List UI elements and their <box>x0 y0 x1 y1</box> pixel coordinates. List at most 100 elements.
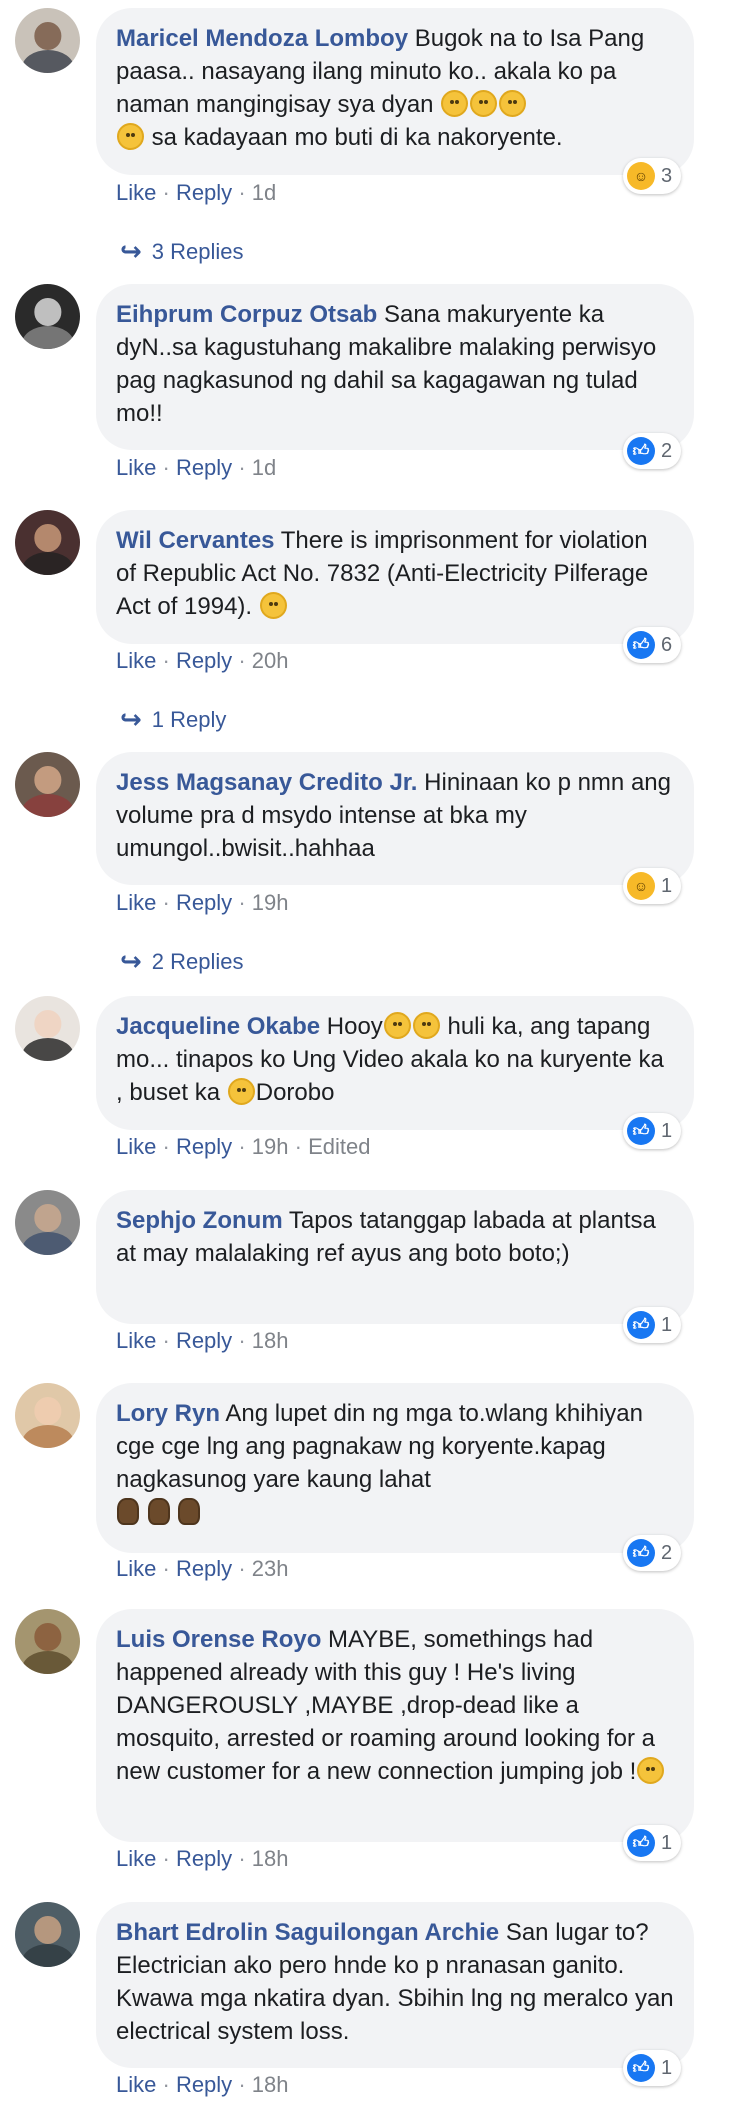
comment-actions: Like · Reply · 18h <box>116 1328 289 1353</box>
reply-link[interactable]: Reply <box>176 2072 232 2097</box>
reply-link[interactable]: Reply <box>176 1846 232 1871</box>
reply-arrow-icon: ↪ <box>120 704 142 734</box>
reply-link[interactable]: Reply <box>176 648 232 673</box>
commenter-name[interactable]: Lory Ryn <box>116 1400 220 1427</box>
view-replies-link[interactable]: ↪ 2 Replies <box>120 946 244 977</box>
comment-actions: Like · Reply · 18h <box>116 1846 289 1871</box>
comment-actions: Like · Reply · 1d <box>116 455 277 480</box>
rofl-emoji <box>117 123 144 150</box>
avatar[interactable] <box>15 1383 80 1448</box>
comment-actions: Like · Reply · 20h <box>116 648 289 673</box>
comment-bubble: Jacqueline Okabe Hooy huli ka, ang tapan… <box>96 996 694 1130</box>
avatar[interactable] <box>15 510 80 575</box>
reaction-count[interactable]: ☺ 1 <box>623 868 682 904</box>
avatar[interactable] <box>15 1609 80 1674</box>
reaction-count[interactable]: 👍︎ 1 <box>623 1825 682 1861</box>
commenter-name[interactable]: Luis Orense Royo <box>116 1626 321 1653</box>
surprised-emoji <box>227 1078 255 1105</box>
like-link[interactable]: Like <box>116 455 156 480</box>
reply-link[interactable]: Reply <box>176 180 232 205</box>
thinking-emoji <box>637 1757 665 1784</box>
comment-actions: Like · Reply · 23h <box>116 1556 289 1581</box>
edited-label[interactable]: Edited <box>308 1134 370 1159</box>
timestamp[interactable]: 23h <box>252 1556 289 1581</box>
reaction-count[interactable]: 👍︎ 1 <box>623 2050 682 2086</box>
avatar[interactable] <box>15 996 80 1061</box>
timestamp[interactable]: 19h <box>252 1134 289 1159</box>
comment-text-end: Dorobo <box>255 1079 335 1106</box>
like-icon: 👍︎ <box>627 1117 655 1145</box>
commenter-name[interactable]: Eihprum Corpuz Otsab <box>116 301 377 328</box>
avatar[interactable] <box>15 752 80 817</box>
like-icon: 👍︎ <box>627 2054 655 2082</box>
avatar[interactable] <box>15 1902 80 1967</box>
reaction-count[interactable]: 👍︎ 6 <box>623 627 682 663</box>
fist-emoji <box>147 1498 170 1525</box>
flushed-emoji <box>383 1012 411 1039</box>
comment-actions: Like · Reply · 19h · Edited <box>116 1134 371 1159</box>
commenter-name[interactable]: Jess Magsanay Credito Jr. <box>116 769 417 796</box>
like-icon: 👍︎ <box>627 1311 655 1339</box>
avatar[interactable] <box>15 284 80 349</box>
like-link[interactable]: Like <box>116 1846 156 1871</box>
comment-bubble: Sephjo Zonum Tapos tatanggap labada at p… <box>96 1190 694 1324</box>
timestamp[interactable]: 18h <box>252 2072 289 2097</box>
reply-link[interactable]: Reply <box>176 890 232 915</box>
like-link[interactable]: Like <box>116 1134 156 1159</box>
view-replies-link[interactable]: ↪ 1 Reply <box>120 704 226 735</box>
view-replies-link[interactable]: ↪ 3 Replies <box>120 236 244 267</box>
hugging-emoji <box>412 1012 440 1039</box>
like-link[interactable]: Like <box>116 180 156 205</box>
comment-bubble: Bhart Edrolin Saguilongan Archie San lug… <box>96 1902 694 2068</box>
comment-bubble: Lory Ryn Ang lupet din ng mga to.wlang k… <box>96 1383 694 1553</box>
reply-link[interactable]: Reply <box>176 1134 232 1159</box>
reaction-count[interactable]: ☺ 3 <box>623 158 682 194</box>
fist-emoji <box>117 1498 139 1525</box>
comment-bubble: Maricel Mendoza Lomboy Bugok na to Isa P… <box>96 8 694 175</box>
timestamp[interactable]: 18h <box>252 1846 289 1871</box>
timestamp[interactable]: 1d <box>252 455 276 480</box>
comment-bubble: Luis Orense Royo MAYBE, somethings had h… <box>96 1609 694 1842</box>
reply-link[interactable]: Reply <box>176 1556 232 1581</box>
like-link[interactable]: Like <box>116 1556 156 1581</box>
commenter-name[interactable]: Jacqueline Okabe <box>116 1013 320 1040</box>
thinking-emoji <box>259 592 287 619</box>
timestamp[interactable]: 18h <box>252 1328 289 1353</box>
comment-actions: Like · Reply · 1d <box>116 180 277 205</box>
reply-arrow-icon: ↪ <box>120 946 142 976</box>
rofl-emoji <box>470 90 498 117</box>
reply-link[interactable]: Reply <box>176 455 232 480</box>
like-icon: 👍︎ <box>627 631 655 659</box>
like-link[interactable]: Like <box>116 2072 156 2097</box>
reply-link[interactable]: Reply <box>176 1328 232 1353</box>
avatar[interactable] <box>15 1190 80 1255</box>
rofl-emoji <box>441 90 469 117</box>
reaction-count[interactable]: 👍︎ 1 <box>623 1307 682 1343</box>
like-link[interactable]: Like <box>116 1328 156 1353</box>
timestamp[interactable]: 19h <box>252 890 289 915</box>
rofl-emoji <box>499 90 527 117</box>
reply-arrow-icon: ↪ <box>120 236 142 266</box>
fist-emoji <box>178 1498 201 1525</box>
comment-bubble: Eihprum Corpuz Otsab Sana makuryente ka … <box>96 284 694 450</box>
comment-text-continued: sa kadayaan mo buti di ka nakoryente. <box>145 124 563 151</box>
commenter-name[interactable]: Sephjo Zonum <box>116 1207 283 1234</box>
like-link[interactable]: Like <box>116 648 156 673</box>
commenter-name[interactable]: Bhart Edrolin Saguilongan Archie <box>116 1919 499 1946</box>
reaction-count[interactable]: 👍︎ 1 <box>623 1113 682 1149</box>
comment-actions: Like · Reply · 19h <box>116 890 289 915</box>
like-icon: 👍︎ <box>627 1829 655 1857</box>
like-icon: 👍︎ <box>627 1539 655 1567</box>
commenter-name[interactable]: Maricel Mendoza Lomboy <box>116 25 408 52</box>
haha-icon: ☺ <box>627 162 655 190</box>
reaction-count[interactable]: 👍︎ 2 <box>623 433 682 469</box>
like-link[interactable]: Like <box>116 890 156 915</box>
timestamp[interactable]: 1d <box>252 180 276 205</box>
comment-bubble: Wil Cervantes There is imprisonment for … <box>96 510 694 644</box>
reaction-count[interactable]: 👍︎ 2 <box>623 1535 682 1571</box>
avatar[interactable] <box>15 8 80 73</box>
timestamp[interactable]: 20h <box>252 648 289 673</box>
commenter-name[interactable]: Wil Cervantes <box>116 527 275 554</box>
comment-actions: Like · Reply · 18h <box>116 2072 289 2097</box>
comment-bubble: Jess Magsanay Credito Jr. Hininaan ko p … <box>96 752 694 885</box>
